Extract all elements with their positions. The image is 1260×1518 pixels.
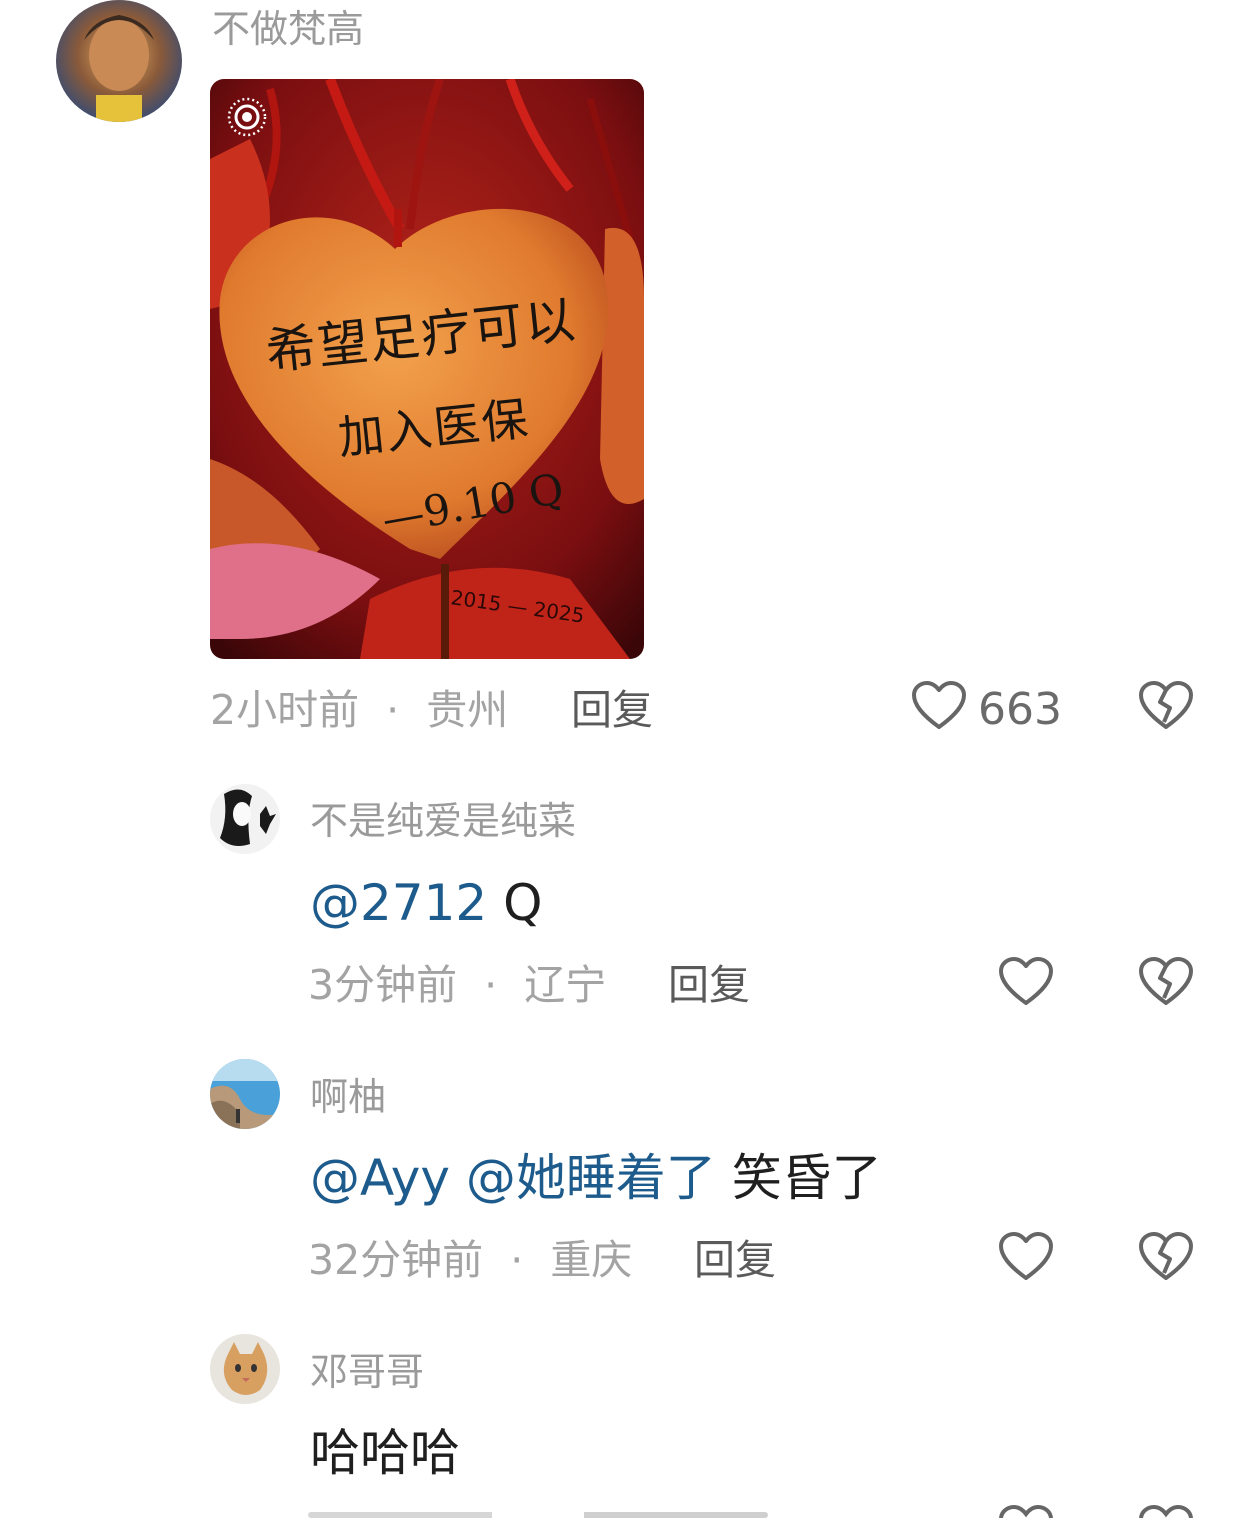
broken-heart-icon[interactable]	[1138, 1231, 1194, 1283]
reply-button[interactable]: 回复	[571, 690, 653, 731]
timestamp: 32分钟前	[308, 1236, 484, 1284]
username[interactable]: 不做梵高	[212, 10, 364, 48]
username[interactable]: 不是纯爱是纯菜	[310, 802, 576, 840]
timestamp: 2小时前	[210, 686, 360, 734]
avatar[interactable]	[56, 0, 182, 122]
timestamp: 3分钟前	[308, 961, 458, 1009]
comment-text: @Ayy @她睡着了 笑昏了	[310, 1153, 882, 1203]
location: 辽宁	[524, 961, 607, 1009]
meta-separator: ·	[510, 1236, 524, 1284]
comment-image[interactable]: 希望足疗可以 加入医保 —9.10 Q 2015 — 2025	[210, 79, 644, 659]
heart-outline-icon[interactable]	[911, 680, 967, 732]
broken-heart-icon[interactable]	[1138, 956, 1194, 1008]
comment-meta-cutoff	[308, 1508, 768, 1518]
heart-outline-icon[interactable]	[998, 956, 1054, 1008]
avatar[interactable]	[210, 784, 280, 854]
comment-meta: 3分钟前 · 辽宁	[308, 965, 606, 1006]
comment-body: 笑昏了	[731, 1149, 882, 1207]
like-count: 663	[978, 684, 1062, 735]
live-photo-icon[interactable]	[226, 96, 268, 138]
meta-separator: ·	[484, 961, 498, 1009]
reply-button[interactable]: 回复	[668, 965, 750, 1006]
broken-heart-icon[interactable]	[1138, 680, 1194, 732]
comment-meta: 2小时前 · 贵州	[210, 690, 508, 731]
broken-heart-icon[interactable]	[1138, 1504, 1194, 1518]
comment-text: @2712 Q	[310, 878, 543, 928]
comment-body: 哈哈哈	[310, 1424, 460, 1482]
mention-link[interactable]: @Ayy @她睡着了	[310, 1149, 716, 1207]
avatar[interactable]	[210, 1059, 280, 1129]
location: 重庆	[550, 1236, 633, 1284]
heart-outline-icon[interactable]	[998, 1504, 1054, 1518]
reply-button[interactable]: 回复	[694, 1240, 776, 1281]
avatar[interactable]	[210, 1334, 280, 1404]
meta-separator: ·	[386, 686, 400, 734]
username[interactable]: 邓哥哥	[310, 1353, 424, 1391]
comment-text: 哈哈哈	[310, 1428, 460, 1478]
mention-link[interactable]: @2712	[310, 874, 487, 932]
comment-meta: 32分钟前 · 重庆	[308, 1240, 632, 1281]
location: 贵州	[426, 686, 509, 734]
heart-outline-icon[interactable]	[998, 1231, 1054, 1283]
username[interactable]: 啊柚	[310, 1078, 386, 1116]
comment-body: Q	[503, 874, 543, 932]
